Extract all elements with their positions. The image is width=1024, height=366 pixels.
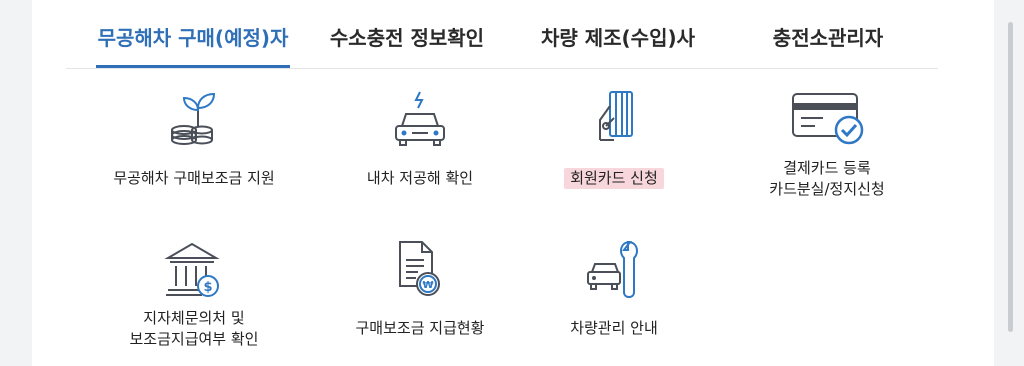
- tab-ev-buyer[interactable]: 무공해차 구매(예정)자: [96, 22, 290, 68]
- tab-label: 무공해차 구매(예정)자: [97, 26, 289, 50]
- active-tab-underline: [96, 65, 290, 68]
- tab-manufacturer[interactable]: 차량 제조(수입)사: [536, 22, 700, 68]
- tab-bar: 무공해차 구매(예정)자 수소충전 정보확인 차량 제조(수입)사 충전소관리자: [66, 0, 938, 69]
- tab-label: 충전소관리자: [772, 26, 884, 50]
- tab-label: 수소충전 정보확인: [329, 26, 485, 50]
- menu-item-label: 차량관리 안내: [570, 319, 658, 337]
- electric-car-icon: [395, 91, 445, 146]
- menu-item-label: 결제카드 등록 카드분실/정지신청: [769, 159, 885, 198]
- card-check-icon: [792, 93, 864, 145]
- hand-card-icon: [599, 91, 633, 141]
- menu-item-vehicle-care[interactable]: 차량관리 안내: [528, 238, 700, 339]
- tab-hydrogen-info[interactable]: 수소충전 정보확인: [322, 22, 492, 68]
- menu-item-payment-card[interactable]: 결제카드 등록 카드분실/정지신청: [738, 86, 916, 200]
- svg-text:₩: ₩: [422, 280, 433, 291]
- menu-item-label: 구매보조금 지급현황: [355, 319, 485, 337]
- plant-coins-icon: [171, 92, 216, 145]
- menu-item-label: 지자체문의처 및 보조금지급여부 확인: [129, 309, 259, 348]
- tab-station-manager[interactable]: 충전소관리자: [766, 22, 890, 68]
- car-wrench-icon: [587, 240, 639, 299]
- menu-item-low-emission-check[interactable]: 내차 저공해 확인: [330, 86, 510, 189]
- scrollbar[interactable]: [1008, 22, 1013, 332]
- menu-item-label: 회원카드 신청: [564, 168, 664, 189]
- menu-item-purchase-subsidy[interactable]: 무공해차 구매보조금 지원: [96, 86, 292, 189]
- menu-item-subsidy-status[interactable]: ₩ 구매보조금 지급현황: [330, 238, 510, 339]
- menu-item-label: 무공해차 구매보조금 지원: [113, 169, 275, 187]
- svg-text:$: $: [203, 280, 212, 295]
- menu-item-member-card[interactable]: 회원카드 신청: [528, 86, 700, 189]
- menu-item-label: 내차 저공해 확인: [366, 169, 474, 187]
- bank-dollar-icon: $: [164, 242, 220, 297]
- document-won-icon: ₩: [399, 241, 440, 296]
- tab-label: 차량 제조(수입)사: [540, 26, 696, 50]
- menu-item-local-gov-contact[interactable]: $ 지자체문의처 및 보조금지급여부 확인: [96, 238, 292, 350]
